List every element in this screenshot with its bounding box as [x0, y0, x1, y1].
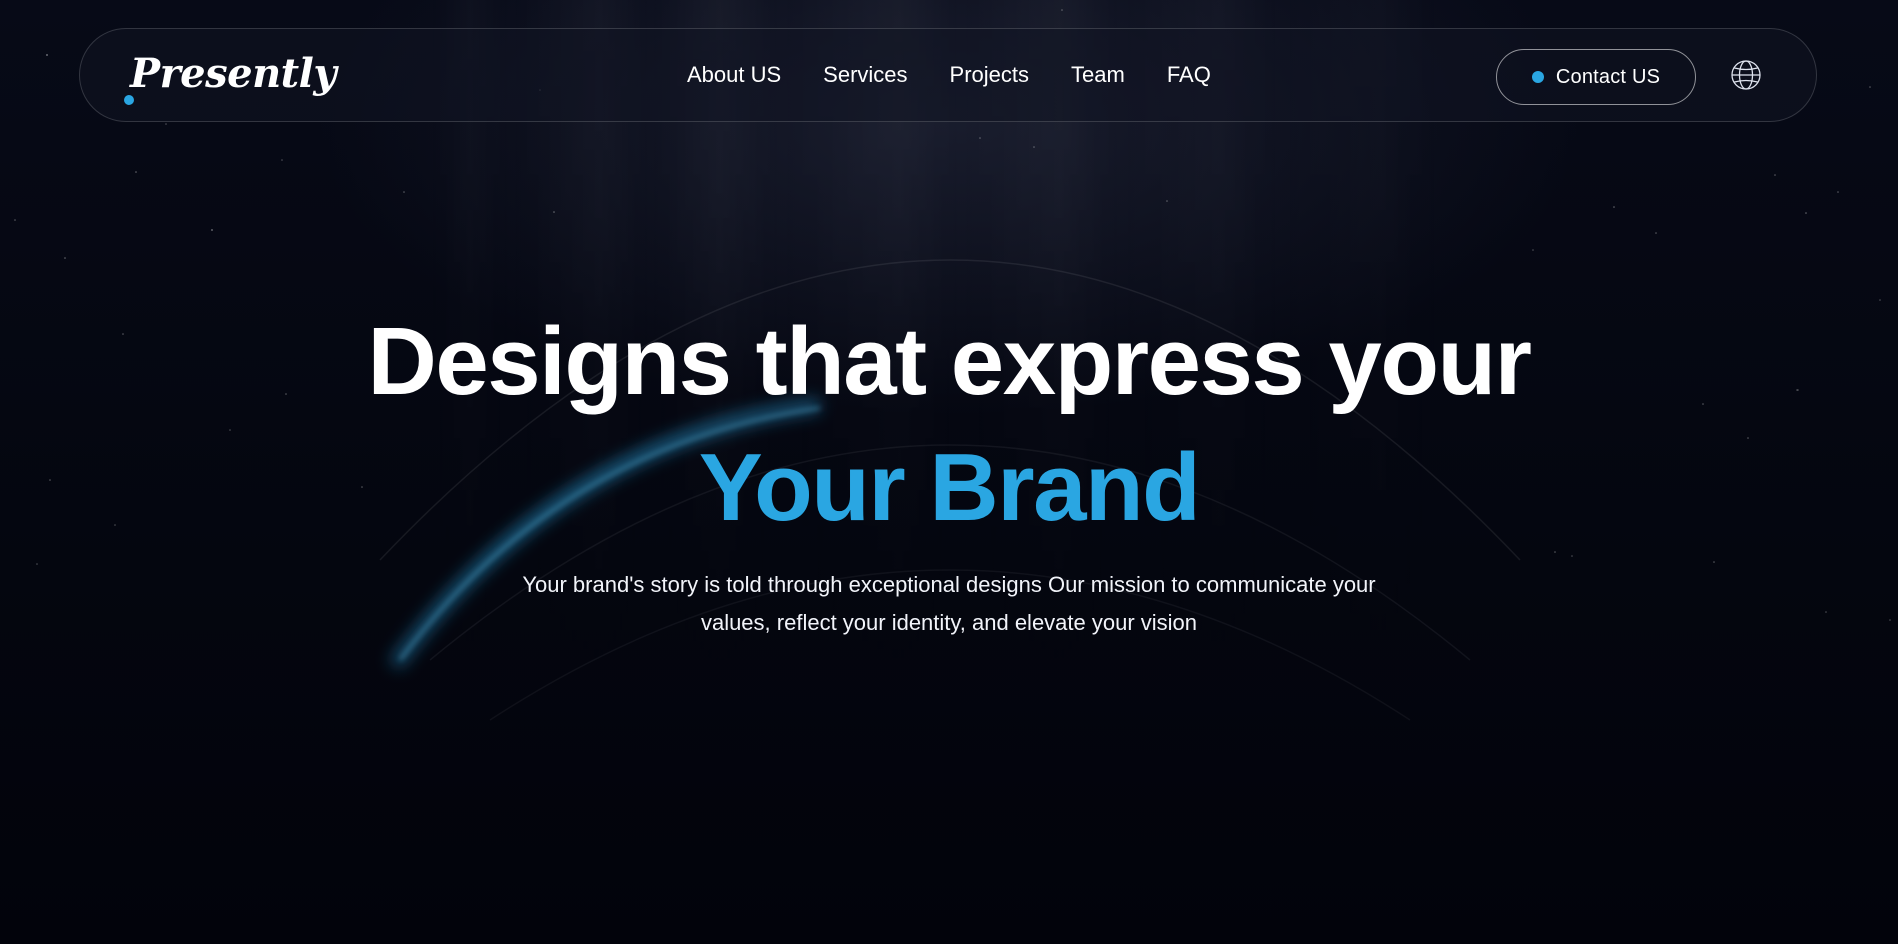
globe-icon[interactable]	[1730, 59, 1762, 91]
top-navbar: Presently About US Services Projects Tea…	[79, 28, 1817, 122]
hero-title: Designs that express your	[367, 308, 1532, 415]
nav-link-projects[interactable]: Projects	[950, 62, 1029, 88]
hero-subtitle-line-1: Your brand's story is told through excep…	[522, 572, 1376, 597]
landing-page: Presently About US Services Projects Tea…	[0, 0, 1898, 944]
hero-title-accent: Your Brand	[698, 434, 1201, 541]
logo-dot-icon	[124, 95, 134, 105]
hero-subtitle-line-2: values, reflect your identity, and eleva…	[700, 610, 1198, 635]
brand-logo[interactable]: Presently	[124, 45, 337, 105]
status-dot-icon	[1531, 71, 1544, 83]
contact-us-button[interactable]: Contact US	[1496, 49, 1696, 105]
logo-text: Presently	[130, 49, 337, 97]
contact-us-label: Contact US	[1555, 65, 1661, 88]
nav-link-team[interactable]: Team	[1071, 62, 1125, 88]
nav-link-about[interactable]: About US	[687, 62, 781, 88]
hero-subtitle: Your brand's story is told through excep…	[499, 566, 1399, 642]
nav-links: About US Services Projects Team FAQ	[687, 29, 1211, 121]
nav-link-services[interactable]: Services	[823, 62, 907, 88]
nav-link-faq[interactable]: FAQ	[1167, 62, 1211, 88]
